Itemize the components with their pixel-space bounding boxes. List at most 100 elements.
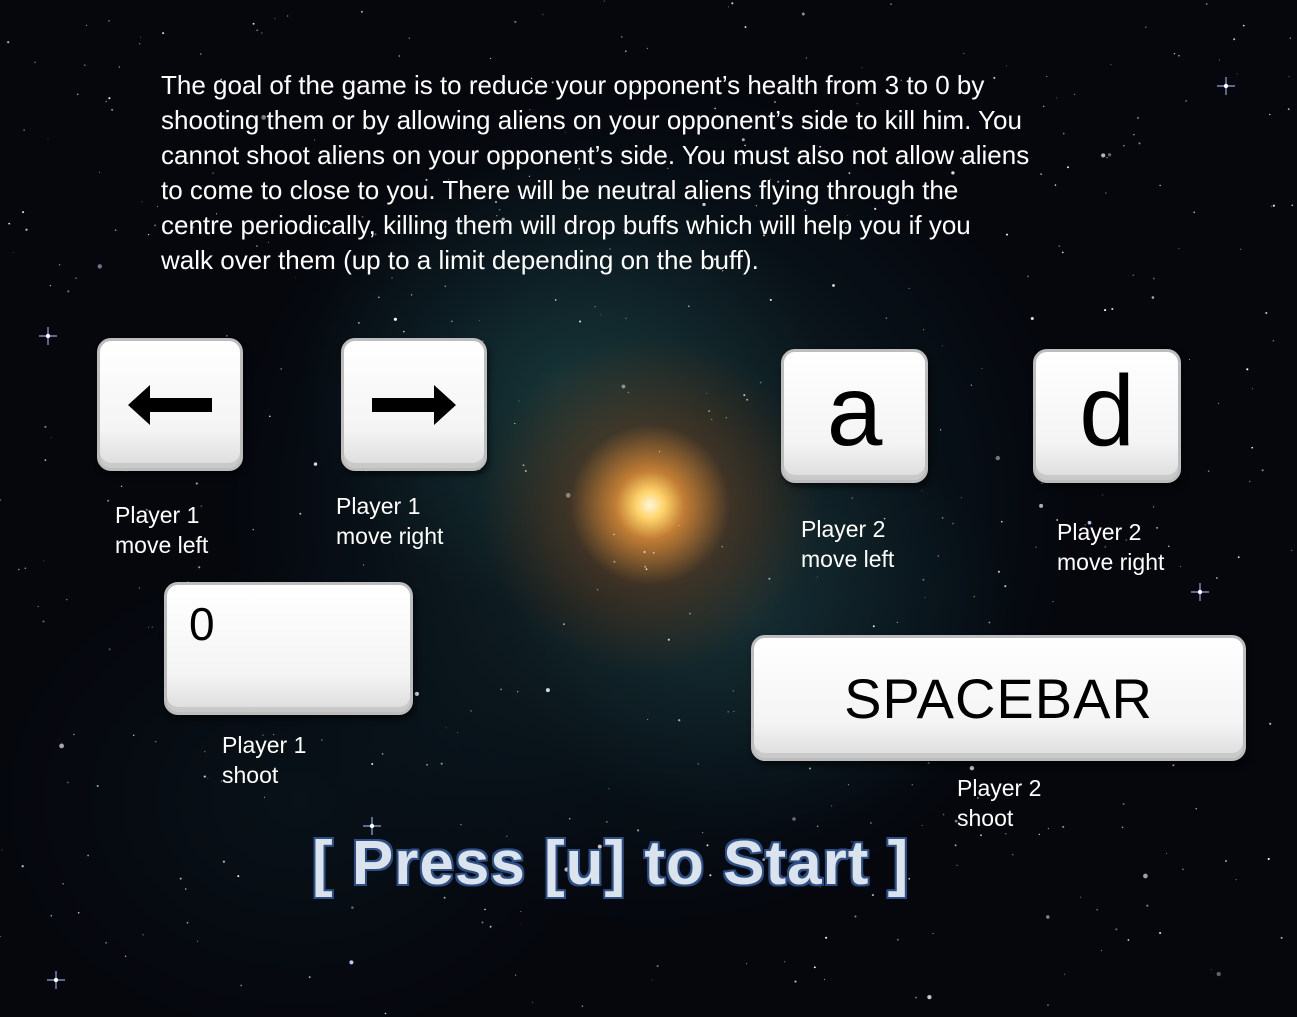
key-a: a	[781, 349, 928, 483]
star	[522, 464, 525, 467]
star	[111, 109, 113, 111]
star	[1, 849, 3, 851]
p2-shoot-label: Player 2 shoot	[957, 773, 1157, 833]
star	[107, 499, 110, 502]
star	[678, 525, 680, 527]
star	[542, 13, 544, 16]
star	[1290, 549, 1293, 552]
star	[67, 781, 69, 784]
instructions-line: centre periodically, killing them will d…	[161, 210, 971, 240]
sparkle-star	[1191, 583, 1209, 601]
star	[1063, 973, 1065, 975]
star	[237, 875, 240, 878]
star	[932, 933, 934, 934]
star	[1269, 722, 1272, 725]
label-line: move right	[1057, 549, 1165, 575]
star	[1269, 113, 1271, 116]
star	[1280, 936, 1283, 939]
star	[1146, 904, 1149, 907]
star	[1236, 73, 1238, 75]
star	[44, 459, 47, 461]
star	[108, 648, 111, 651]
star	[1001, 520, 1003, 523]
star	[1289, 37, 1291, 39]
star	[1246, 368, 1249, 371]
star	[1151, 296, 1155, 299]
star	[1216, 971, 1221, 977]
star	[733, 710, 735, 712]
star	[97, 264, 103, 269]
star	[728, 6, 730, 8]
star	[1178, 55, 1180, 57]
star	[1261, 469, 1264, 472]
p2-move-left-label: Player 2 move left	[801, 514, 1001, 574]
star	[621, 36, 623, 38]
star	[621, 384, 626, 389]
star	[105, 942, 107, 944]
key-zero: 0	[164, 582, 413, 715]
label-line: Player 1	[336, 493, 421, 519]
game-screen: The goal of the game is to reduce your o…	[0, 0, 1297, 1017]
star	[613, 560, 616, 563]
star	[1193, 211, 1196, 214]
star	[481, 921, 484, 924]
star	[18, 568, 20, 571]
star	[1159, 184, 1161, 187]
star	[24, 567, 26, 569]
star	[384, 1012, 387, 1015]
star	[0, 499, 2, 501]
star	[162, 32, 165, 35]
star	[970, 384, 973, 386]
star	[711, 418, 713, 420]
star	[362, 564, 365, 566]
star	[197, 940, 199, 942]
star	[824, 978, 826, 980]
star	[603, 0, 605, 2]
star	[520, 910, 522, 913]
star	[1102, 494, 1104, 496]
star	[1101, 950, 1103, 952]
star	[606, 821, 608, 823]
star	[1111, 307, 1114, 311]
key-a-label: a	[826, 355, 883, 467]
key-spacebar-label: SPACEBAR	[844, 666, 1153, 730]
key-spacebar: SPACEBAR	[751, 635, 1246, 761]
star	[1218, 402, 1220, 405]
star	[805, 57, 807, 59]
star	[744, 26, 747, 29]
star	[120, 485, 123, 487]
star	[138, 587, 140, 589]
star	[25, 228, 28, 231]
star	[200, 53, 202, 55]
label-line: move left	[801, 546, 895, 572]
star	[923, 329, 925, 331]
star	[444, 285, 446, 287]
star	[514, 422, 516, 425]
star	[269, 415, 271, 418]
star	[924, 596, 926, 598]
instructions-line: The goal of the game is to reduce your o…	[161, 70, 985, 100]
star	[784, 961, 786, 963]
star	[1127, 939, 1130, 941]
star	[1041, 482, 1043, 485]
star	[514, 20, 517, 23]
star	[402, 330, 405, 333]
star	[23, 129, 25, 131]
star	[813, 966, 816, 969]
star	[1144, 26, 1147, 29]
star	[114, 229, 117, 232]
star	[440, 762, 443, 765]
star	[1038, 833, 1041, 836]
star	[108, 97, 111, 100]
star	[460, 824, 462, 826]
star	[256, 29, 258, 32]
star	[1110, 63, 1112, 66]
sparkle-star	[47, 971, 65, 989]
star	[42, 620, 45, 623]
star	[361, 10, 363, 13]
star	[659, 451, 660, 453]
star	[816, 576, 818, 578]
star	[721, 545, 723, 548]
star	[66, 598, 68, 601]
star	[1224, 859, 1228, 863]
